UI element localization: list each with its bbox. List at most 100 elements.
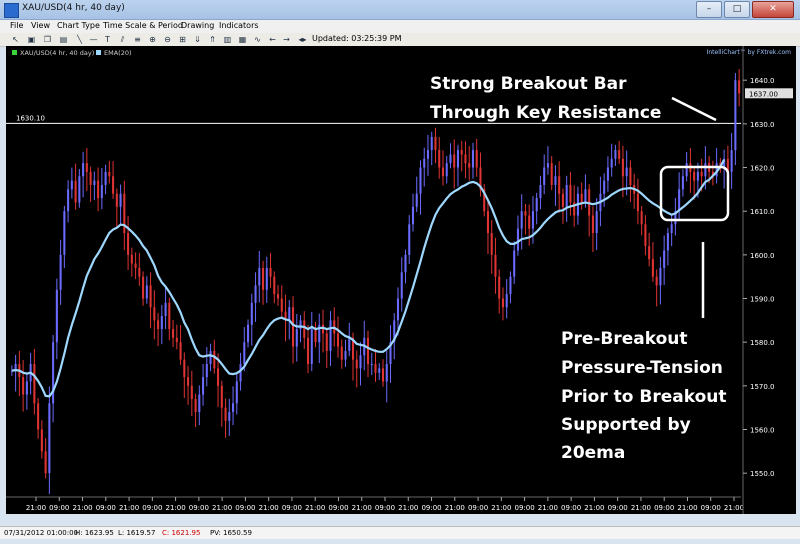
candle-body — [112, 176, 115, 194]
candle-body — [85, 163, 88, 172]
candle-body — [501, 298, 504, 308]
maximize-button[interactable]: □ — [724, 1, 750, 18]
candle-body — [119, 193, 122, 207]
annotation-pressure-line4: Supported by — [561, 415, 691, 435]
down-icon[interactable]: ⇓ — [193, 35, 202, 44]
candle-body — [603, 180, 606, 194]
candle-body — [618, 150, 621, 159]
candle-body — [419, 167, 422, 194]
text-tool-icon[interactable]: T — [103, 35, 112, 44]
x-tick-label: 09:00 — [49, 504, 69, 512]
candle-body — [366, 337, 370, 365]
candle-body — [378, 368, 381, 373]
copy-icon[interactable]: ❐ — [43, 35, 52, 44]
channel-tool-icon[interactable]: ⫽ — [118, 35, 127, 44]
candle-body — [344, 350, 347, 360]
zoom-box-icon[interactable]: ▣ — [27, 35, 36, 44]
candle-body — [659, 267, 662, 286]
candle-body — [288, 307, 291, 321]
candle-body — [685, 163, 688, 177]
fib-tool-icon[interactable]: ≡ — [133, 35, 142, 44]
y-tick-label: 1570.0 — [750, 383, 775, 391]
chart-area[interactable]: 1630.10 21:00 09:00 21:00 09:00 21:00 09:00 21… — [6, 46, 796, 514]
breakout-pointer-line — [671, 96, 717, 122]
wave-icon[interactable]: ∿ — [253, 35, 262, 44]
chart-icon[interactable]: ▥ — [223, 35, 232, 44]
up-icon[interactable]: ⇑ — [208, 35, 217, 44]
x-tick-label: 21:00 — [72, 504, 92, 512]
x-tick-label: 21:00 — [584, 504, 604, 512]
candle-body — [22, 377, 25, 395]
candle-body — [250, 302, 253, 325]
brand-label: IntelliChart™ by FXtrek.com — [707, 49, 792, 56]
close-button[interactable]: ✕ — [752, 1, 794, 18]
chart-svg: 1630.10 21:00 09:00 21:00 09:00 21:00 09:00 21… — [6, 46, 793, 514]
candle-body — [543, 167, 546, 185]
menu-drawing[interactable]: Drawing — [181, 21, 214, 30]
status-low: L: 1619.57 — [118, 529, 156, 537]
zoom-in-icon[interactable]: ⊕ — [148, 35, 157, 44]
candle-body — [134, 263, 137, 268]
x-tick-label: 09:00 — [142, 504, 162, 512]
candle-body — [67, 189, 70, 212]
x-tick-label: 21:00 — [724, 504, 744, 512]
menu-view[interactable]: View — [31, 21, 50, 30]
candle-body — [408, 224, 411, 255]
candle-body — [464, 154, 467, 164]
candle-body — [584, 189, 587, 203]
candle-body — [700, 171, 703, 177]
menu-indicators[interactable]: Indicators — [219, 21, 259, 30]
grid-icon[interactable]: ▦ — [238, 35, 247, 44]
candle-body — [734, 80, 737, 151]
candle-body — [370, 364, 373, 366]
candle-body — [670, 224, 673, 234]
x-tick-label: 09:00 — [654, 504, 674, 512]
candle-body — [340, 346, 343, 360]
candle-body — [614, 150, 617, 159]
x-tick-label: 21:00 — [259, 504, 279, 512]
candle-body — [74, 180, 77, 203]
fit-icon[interactable]: ⊞ — [178, 35, 187, 44]
candle-body — [299, 320, 302, 330]
menu-chart-type[interactable]: Chart Type — [57, 21, 100, 30]
candle-body — [738, 80, 741, 94]
zoom-out-icon[interactable]: ⊖ — [163, 35, 172, 44]
candle-body — [336, 333, 340, 347]
menu-time-scale[interactable]: Time Scale & Period — [103, 21, 183, 30]
print-icon[interactable]: ▤ — [59, 35, 68, 44]
candle-body — [190, 385, 193, 399]
candle-body — [550, 163, 553, 185]
line-tool-icon[interactable]: ╲ — [75, 35, 84, 44]
candle-body — [44, 451, 47, 474]
minimize-button[interactable]: – — [696, 1, 722, 18]
next-icon[interactable]: ▸ — [300, 35, 309, 44]
x-tick-label: 21:00 — [26, 504, 46, 512]
cursor-icon[interactable]: ↖ — [11, 35, 20, 44]
candle-body — [505, 294, 508, 308]
candle-body — [217, 368, 220, 386]
candle-body — [445, 163, 448, 177]
candle-body — [355, 359, 358, 369]
candle-body — [145, 285, 148, 299]
candle-body — [89, 171, 92, 185]
candle-body — [531, 211, 534, 229]
menu-file[interactable]: File — [10, 21, 23, 30]
hline-tool-icon[interactable]: — — [89, 35, 98, 44]
candle-body — [565, 184, 568, 207]
candle-body — [498, 276, 501, 299]
candle-body — [303, 320, 306, 338]
candle-body — [438, 150, 441, 168]
annotation-breakout-line1: Strong Breakout Bar — [430, 74, 627, 94]
candle-body — [730, 150, 733, 172]
right-icon[interactable]: → — [282, 35, 291, 44]
candle-body — [385, 364, 388, 382]
left-icon[interactable]: ← — [268, 35, 277, 44]
candle-body — [348, 337, 351, 351]
candle-body — [610, 158, 613, 168]
window-controls: – □ ✕ — [696, 1, 794, 18]
y-tick-label: 1550.0 — [750, 470, 775, 478]
x-tick-label: 09:00 — [189, 504, 209, 512]
x-tick-label: 21:00 — [445, 504, 465, 512]
candle-body — [528, 215, 531, 229]
candle-body — [468, 163, 471, 168]
